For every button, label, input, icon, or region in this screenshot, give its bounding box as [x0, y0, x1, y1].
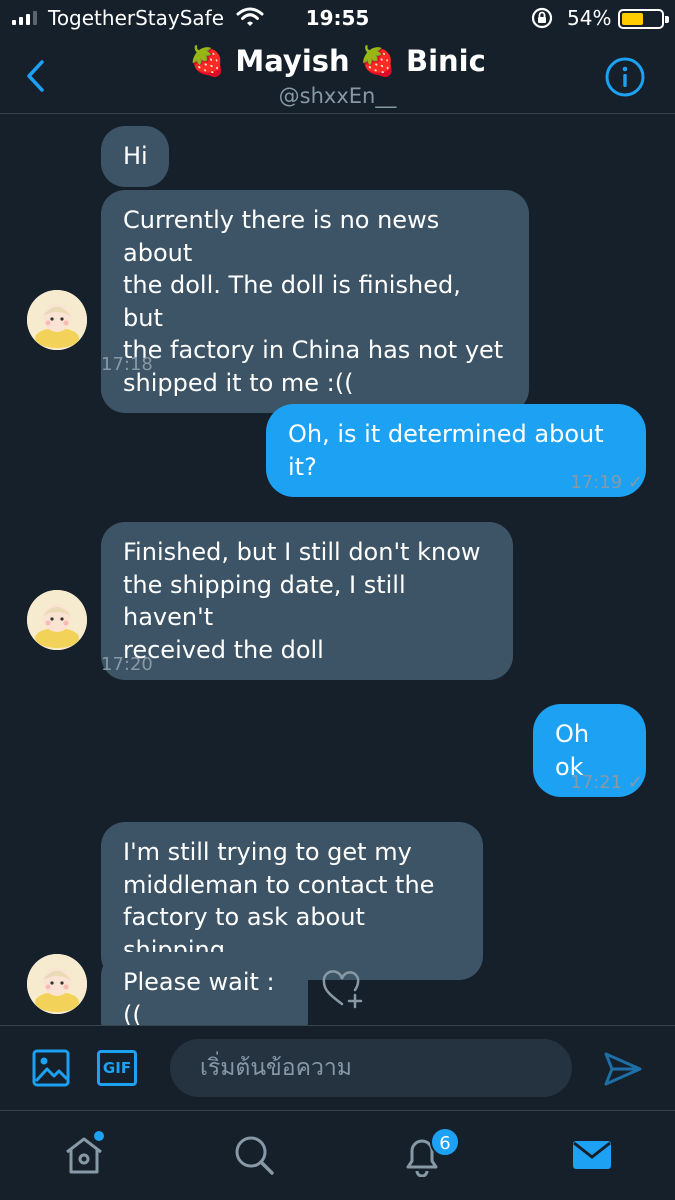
conversation-header: 🍓 Mayish 🍓 Binic @shxxEn__: [0, 38, 675, 114]
status-bar: TogetherStaySafe 19:55 54%: [0, 0, 675, 38]
avatar[interactable]: [27, 954, 87, 1014]
message-timestamp: 17:21 ✓: [570, 772, 643, 793]
conversation-title[interactable]: 🍓 Mayish 🍓 Binic: [0, 44, 675, 79]
conversation-handle: @shxxEn__: [278, 84, 397, 108]
message-composer: GIF: [0, 1025, 675, 1110]
message-timestamp: 17:18: [101, 354, 153, 375]
message-timestamp: 17:20: [101, 654, 153, 675]
messages-envelope-icon[interactable]: [570, 1133, 614, 1177]
avatar-image: [27, 590, 87, 650]
incoming-message[interactable]: Currently there is no news about the dol…: [101, 190, 529, 413]
bottom-tab-bar: 6: [0, 1110, 675, 1200]
avatar[interactable]: [27, 590, 87, 650]
rotation-lock-icon: [531, 7, 553, 29]
battery-icon: [618, 9, 669, 29]
incoming-message[interactable]: Finished, but I still don't know the shi…: [101, 522, 513, 680]
info-icon[interactable]: [604, 56, 646, 98]
message-input[interactable]: [170, 1039, 572, 1097]
incoming-message[interactable]: Hi: [101, 126, 169, 187]
avatar-image: [27, 290, 87, 350]
message-timestamp: 17:19 ✓: [570, 472, 643, 493]
send-icon[interactable]: [603, 1050, 643, 1088]
message-thread: Hi Currently there is no news about the …: [0, 115, 675, 1025]
home-new-indicator: [94, 1131, 104, 1141]
incoming-message[interactable]: Please wait :((: [101, 952, 308, 1025]
search-icon[interactable]: [232, 1133, 276, 1177]
avatar-image: [27, 954, 87, 1014]
avatar[interactable]: [27, 290, 87, 350]
battery-percent: 54%: [567, 6, 612, 30]
image-icon[interactable]: [32, 1048, 70, 1088]
gif-button[interactable]: GIF: [97, 1050, 137, 1086]
like-heart-plus-icon[interactable]: [320, 970, 366, 1010]
notification-count-badge: 6: [430, 1127, 460, 1157]
